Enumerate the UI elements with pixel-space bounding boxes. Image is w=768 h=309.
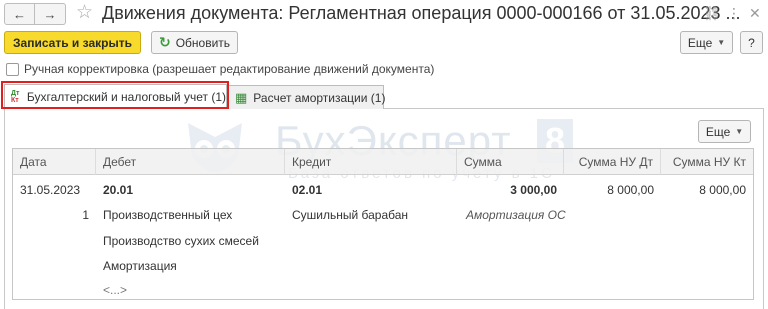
- column-nu-dt[interactable]: Сумма НУ Дт: [564, 149, 661, 175]
- save-close-button[interactable]: Записать и закрыть: [4, 31, 141, 54]
- credit-subconto-1[interactable]: Сушильный барабан: [292, 207, 408, 223]
- chevron-down-icon: ▼: [735, 127, 744, 136]
- row-date[interactable]: 31.05.2023: [20, 182, 80, 198]
- tab-accounting[interactable]: Дт Кт Бухгалтерский и налоговый учет (1): [4, 84, 227, 109]
- table-icon: ▦: [235, 89, 248, 105]
- close-icon[interactable]: ✕: [749, 4, 761, 22]
- refresh-icon: ↻: [158, 34, 171, 50]
- manual-correction-checkbox[interactable]: [6, 63, 19, 76]
- back-button[interactable]: ←: [4, 3, 35, 25]
- column-amount[interactable]: Сумма: [457, 149, 564, 175]
- help-button[interactable]: ?: [740, 31, 763, 54]
- debit-subconto-1[interactable]: Производственный цех: [103, 207, 232, 223]
- row-nu-kt[interactable]: 8 000,00: [661, 182, 746, 198]
- dt-kt-icon: Дт Кт: [11, 90, 20, 104]
- table-more-label: Еще: [705, 124, 731, 139]
- more-menu-icon[interactable]: ⋮: [727, 4, 741, 22]
- tab-accounting-label: Бухгалтерский и налоговый учет (1): [26, 90, 226, 104]
- refresh-label: Обновить: [175, 35, 231, 50]
- row-credit-account[interactable]: 02.01: [292, 182, 322, 198]
- row-amount[interactable]: 3 000,00: [457, 182, 557, 198]
- column-debit[interactable]: Дебет: [96, 149, 285, 175]
- nav-buttons: ← →: [4, 3, 66, 25]
- chevron-down-icon: ▼: [717, 38, 726, 47]
- forward-button[interactable]: →: [35, 3, 66, 25]
- favorite-star-icon[interactable]: ☆: [76, 2, 93, 24]
- table-more-button[interactable]: Еще ▼: [698, 120, 751, 143]
- row-line-number: 1: [82, 208, 89, 222]
- row-content[interactable]: Амортизация ОС: [466, 207, 566, 223]
- column-nu-kt[interactable]: Сумма НУ Кт: [661, 149, 753, 175]
- more-button[interactable]: Еще ▼: [680, 31, 733, 54]
- arrow-left-icon: ←: [13, 6, 26, 22]
- column-credit[interactable]: Кредит: [285, 149, 457, 175]
- tab-depreciation-label: Расчет амортизации (1): [253, 90, 386, 105]
- manual-correction-label: Ручная корректировка (разрешает редактир…: [24, 62, 435, 76]
- column-date[interactable]: Дата: [13, 149, 96, 175]
- debit-subconto-3[interactable]: Амортизация: [103, 258, 177, 274]
- arrow-right-icon: →: [43, 6, 57, 22]
- tab-depreciation[interactable]: ▦ Расчет амортизации (1): [228, 85, 386, 109]
- more-label: Еще: [687, 35, 713, 50]
- debit-subconto-more[interactable]: <...>: [103, 282, 127, 298]
- row-nu-dt[interactable]: 8 000,00: [564, 182, 654, 198]
- refresh-button[interactable]: ↻ Обновить: [151, 31, 238, 54]
- movements-table: Дата Дебет Кредит Сумма Сумма НУ Дт Сумм…: [12, 148, 754, 300]
- debit-subconto-2[interactable]: Производство сухих смесей: [103, 233, 259, 249]
- link-icon[interactable]: ⛓: [703, 4, 721, 22]
- page-title: Движения документа: Регламентная операци…: [102, 3, 741, 23]
- table-header: Дата Дебет Кредит Сумма Сумма НУ Дт Сумм…: [13, 149, 753, 175]
- row-debit-account[interactable]: 20.01: [103, 182, 133, 198]
